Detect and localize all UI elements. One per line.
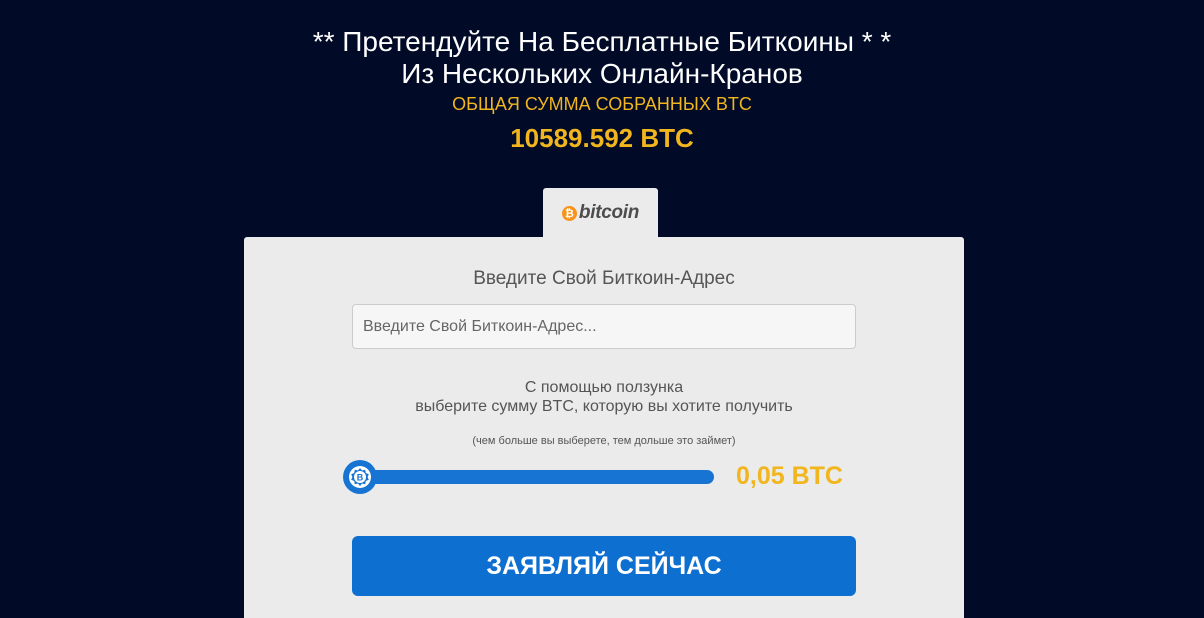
page-title-line-1: ** Претендуйте На Бесплатные Биткоины * … — [312, 26, 892, 57]
bitcoin-address-input[interactable] — [352, 304, 856, 349]
bitcoin-badge-icon: B — [349, 466, 371, 488]
amount-slider-track[interactable] — [346, 470, 714, 484]
slider-instructions: С помощью ползунка выберите сумму BTC, к… — [244, 378, 964, 416]
page-title-line-2: Из Нескольких Онлайн-Кранов — [401, 58, 803, 89]
slider-note: (чем больше вы выберете, тем дольше это … — [472, 435, 736, 447]
slider-amount-value: 0,05 BTC — [736, 462, 843, 490]
tab-bitcoin-label: bitcoin — [578, 202, 640, 223]
tab-bitcoin[interactable]: ₿ bitcoin — [543, 188, 658, 238]
slider-instructions-line-2: выберите сумму BTC, которую вы хотите по… — [415, 398, 793, 415]
svg-text:B: B — [357, 473, 364, 483]
slider-instructions-line-1: С помощью ползунка — [524, 379, 684, 396]
claim-now-button[interactable]: ЗАЯВЛЯЙ СЕЙЧАС — [352, 536, 856, 596]
address-label: Введите Свой Биткоин-Адрес — [473, 268, 735, 289]
total-collected-value: 10589.592 BTC — [510, 123, 694, 153]
bitcoin-coin-icon: ₿ — [561, 206, 577, 221]
amount-slider-thumb[interactable]: B — [343, 460, 377, 494]
claim-panel: Введите Свой Биткоин-Адрес С помощью пол… — [244, 237, 964, 618]
total-collected-label: ОБЩАЯ СУММА СОБРАННЫХ BTC — [452, 94, 752, 114]
